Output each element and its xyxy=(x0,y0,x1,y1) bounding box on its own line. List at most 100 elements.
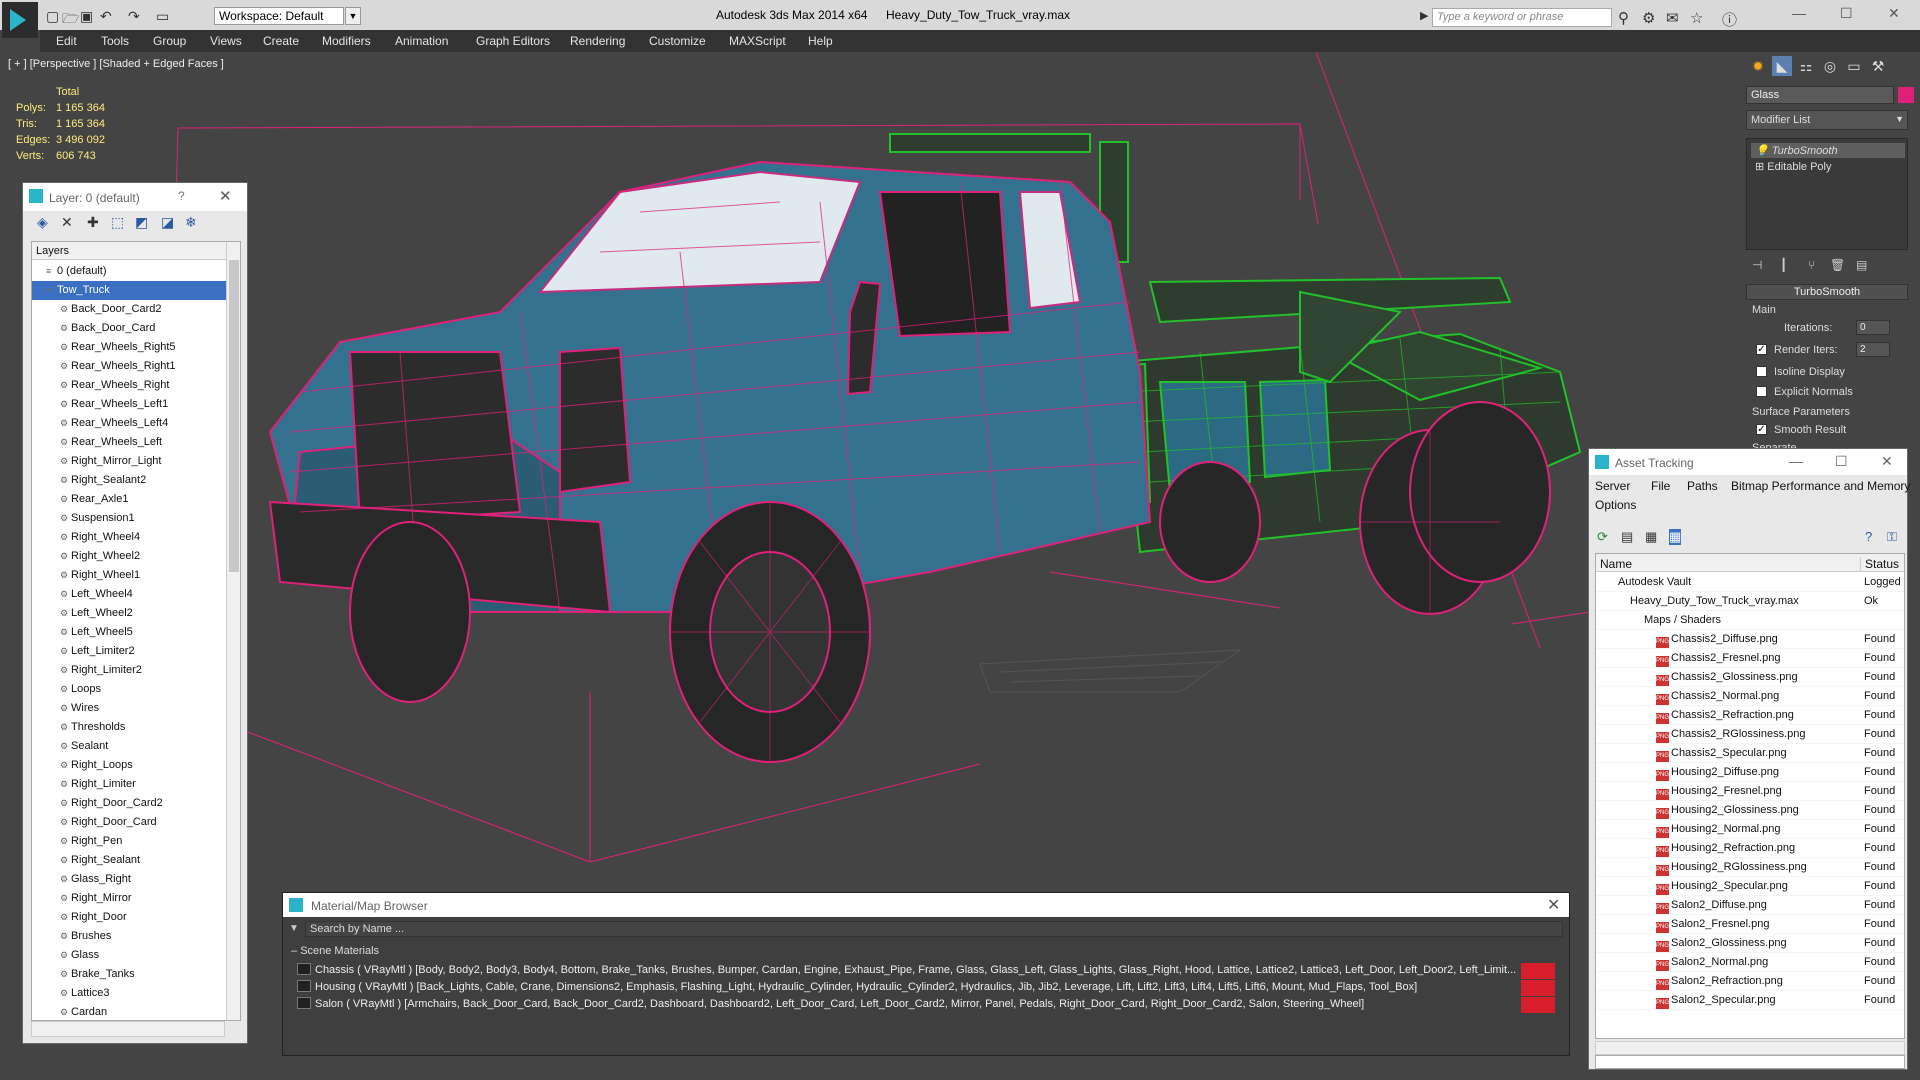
menu-file[interactable]: File xyxy=(1651,479,1670,493)
layer-row[interactable]: ⚙ Rear_Wheels_Right1 xyxy=(32,357,226,376)
menu-help[interactable]: Help xyxy=(808,34,833,48)
maximize-icon[interactable]: ☐ xyxy=(1840,5,1853,22)
close-icon[interactable]: ✕ xyxy=(219,187,232,205)
asset-row[interactable]: PNG Salon2_Glossiness.png Found xyxy=(1596,934,1904,953)
menu-rendering[interactable]: Rendering xyxy=(570,34,625,48)
app-logo[interactable] xyxy=(2,2,38,38)
menu-modifiers[interactable]: Modifiers xyxy=(322,34,371,48)
layer-row[interactable]: ⚙ Right_Sealant xyxy=(32,851,226,870)
chevron-down-icon[interactable]: ▼ xyxy=(345,7,361,25)
scene-materials-section[interactable]: – Scene Materials xyxy=(291,945,1563,957)
menu-create[interactable]: Create xyxy=(263,34,299,48)
layer-row[interactable]: ⚙ Glass_Right xyxy=(32,870,226,889)
asset-row[interactable]: PNG Housing2_Diffuse.png Found xyxy=(1596,763,1904,782)
menu-customize[interactable]: Customize xyxy=(649,34,706,48)
help-icon[interactable]: ? xyxy=(178,189,185,203)
asset-row[interactable]: PNG Housing2_Glossiness.png Found xyxy=(1596,801,1904,820)
asset-row[interactable]: PNG Chassis2_Glossiness.png Found xyxy=(1596,668,1904,687)
layer-row[interactable]: ⚙ Brushes xyxy=(32,927,226,946)
layer-row[interactable]: ⚙ Glass xyxy=(32,946,226,965)
asset-path-field[interactable] xyxy=(1595,1055,1905,1069)
configure-sets-icon[interactable]: ▤ xyxy=(1856,258,1867,272)
layer-panel-titlebar[interactable]: Layer: 0 (default) ? ✕ xyxy=(23,183,247,211)
display-tab-icon[interactable]: ▭ xyxy=(1844,56,1864,76)
new-file-icon[interactable]: ▢ xyxy=(46,8,59,25)
layer-row[interactable]: ⚙ Rear_Wheels_Right xyxy=(32,376,226,395)
close-icon[interactable]: ✕ xyxy=(1881,453,1893,470)
scroll-thumb[interactable] xyxy=(229,260,239,572)
vault-icon[interactable]: ⚿ xyxy=(1887,529,1897,545)
layer-row[interactable]: ≡ 0 (default) xyxy=(32,262,226,281)
asset-row[interactable]: PNG Chassis2_Normal.png Found xyxy=(1596,687,1904,706)
layer-row[interactable]: ⚙ Sealant xyxy=(32,737,226,756)
material-row-salon[interactable]: Salon ( VRayMtl ) [Armchairs, Back_Door_… xyxy=(297,997,1557,1013)
layer-row[interactable]: ⚙ Back_Door_Card2 xyxy=(32,300,226,319)
layer-row[interactable]: ⚙ Rear_Wheels_Right5 xyxy=(32,338,226,357)
layer-row[interactable]: ⚙ Right_Loops xyxy=(32,756,226,775)
asset-row[interactable]: PNG Housing2_Normal.png Found xyxy=(1596,820,1904,839)
highlight-layer-icon[interactable]: ◩ xyxy=(135,214,148,231)
layer-row[interactable]: ⚙ Right_Limiter2 xyxy=(32,661,226,680)
maximize-icon[interactable]: ☐ xyxy=(1835,453,1848,470)
asset-row[interactable]: PNG Salon2_Normal.png Found xyxy=(1596,953,1904,972)
show-end-result-icon[interactable]: ┃ xyxy=(1780,258,1787,272)
menu-tools[interactable]: Tools xyxy=(101,34,129,48)
asset-row[interactable]: PNG Chassis2_Specular.png Found xyxy=(1596,744,1904,763)
layer-row[interactable]: ⚙ Right_Sealant2 xyxy=(32,471,226,490)
thumbnail-view-icon[interactable]: ▦ xyxy=(1645,529,1657,545)
create-layer-icon[interactable]: ◈ xyxy=(37,214,48,231)
layer-row[interactable]: ⚙ Rear_Wheels_Left xyxy=(32,433,226,452)
modify-tab-icon[interactable]: ◣ xyxy=(1772,56,1792,76)
open-file-icon[interactable]: 🗁 xyxy=(62,8,79,32)
layer-row[interactable]: ⚙ Left_Wheel4 xyxy=(32,585,226,604)
asset-row[interactable]: PNG Chassis2_RGlossiness.png Found xyxy=(1596,725,1904,744)
keyword-search-input[interactable]: Type a keyword or phrase xyxy=(1432,8,1612,27)
asset-row[interactable]: Heavy_Duty_Tow_Truck_vray.max Ok xyxy=(1596,592,1904,611)
refresh-icon[interactable]: ⟳ xyxy=(1597,529,1608,545)
project-folder-icon[interactable]: ▭ xyxy=(156,8,169,25)
asset-row[interactable]: PNG Housing2_Specular.png Found xyxy=(1596,877,1904,896)
utilities-tab-icon[interactable]: ⚒ xyxy=(1868,56,1888,76)
render-iters-spinner[interactable]: 2 xyxy=(1856,342,1890,357)
layer-row[interactable]: ⚙ Right_Mirror xyxy=(32,889,226,908)
render-iters-checkbox[interactable]: ✓ xyxy=(1756,344,1767,355)
asset-row[interactable]: PNG Housing2_RGlossiness.png Found xyxy=(1596,858,1904,877)
layer-row[interactable]: ⚙ Back_Door_Card xyxy=(32,319,226,338)
explicit-normals-checkbox[interactable] xyxy=(1756,386,1767,397)
menu-group[interactable]: Group xyxy=(153,34,186,48)
layer-row[interactable]: ⚙ Right_Door_Card xyxy=(32,813,226,832)
layer-row[interactable]: ⚙ Right_Mirror_Light xyxy=(32,452,226,471)
menu-graph-editors[interactable]: Graph Editors xyxy=(476,34,550,48)
freeze-all-layers-icon[interactable]: ❄ xyxy=(185,214,197,231)
asset-row[interactable]: Maps / Shaders xyxy=(1596,611,1904,630)
asset-row[interactable]: PNG Housing2_Refraction.png Found xyxy=(1596,839,1904,858)
communication-icon[interactable]: ✉ xyxy=(1666,9,1679,27)
menu-animation[interactable]: Animation xyxy=(395,34,448,48)
minimize-icon[interactable]: — xyxy=(1789,453,1803,469)
smooth-result-checkbox[interactable]: ✓ xyxy=(1756,424,1767,435)
create-tab-icon[interactable]: ✹ xyxy=(1748,56,1768,76)
layer-row[interactable]: ⚙ Right_Limiter xyxy=(32,775,226,794)
layers-column-header[interactable]: Layers xyxy=(32,242,226,260)
layer-row[interactable]: ≡ Tow_Truck xyxy=(32,281,226,300)
asset-row[interactable]: PNG Salon2_Refraction.png Found xyxy=(1596,972,1904,991)
layer-row[interactable]: ⚙ Thresholds xyxy=(32,718,226,737)
menu-options[interactable]: Options xyxy=(1595,498,1636,512)
material-row-chassis[interactable]: Chassis ( VRayMtl ) [Body, Body2, Body3,… xyxy=(297,963,1557,979)
binoculars-icon[interactable]: ⚲ xyxy=(1618,9,1629,27)
favorites-star-icon[interactable]: ☆ xyxy=(1690,9,1703,27)
stack-item-turbosmooth[interactable]: 💡 TurboSmooth xyxy=(1751,143,1905,158)
status-column-header[interactable]: Status xyxy=(1860,557,1899,571)
layer-row[interactable]: ⚙ Left_Wheel5 xyxy=(32,623,226,642)
material-search-input[interactable]: Search by Name ... xyxy=(305,921,1563,937)
layer-row[interactable]: ⚙ Rear_Wheels_Left1 xyxy=(32,395,226,414)
hierarchy-tab-icon[interactable]: ⚏ xyxy=(1796,56,1816,76)
hide-all-layers-icon[interactable]: ◪ xyxy=(161,214,174,231)
table-view-icon[interactable]: ▦ xyxy=(1669,529,1682,545)
options-dropdown-icon[interactable]: ▼ xyxy=(289,923,299,934)
layer-row[interactable]: ⚙ Lattice3 xyxy=(32,984,226,1003)
layer-row[interactable]: ⚙ Right_Door_Card2 xyxy=(32,794,226,813)
help-icon[interactable]: ? xyxy=(1865,529,1872,544)
chevron-down-icon[interactable]: ▼ xyxy=(1895,114,1904,124)
make-unique-icon[interactable]: ⑂ xyxy=(1808,258,1815,272)
